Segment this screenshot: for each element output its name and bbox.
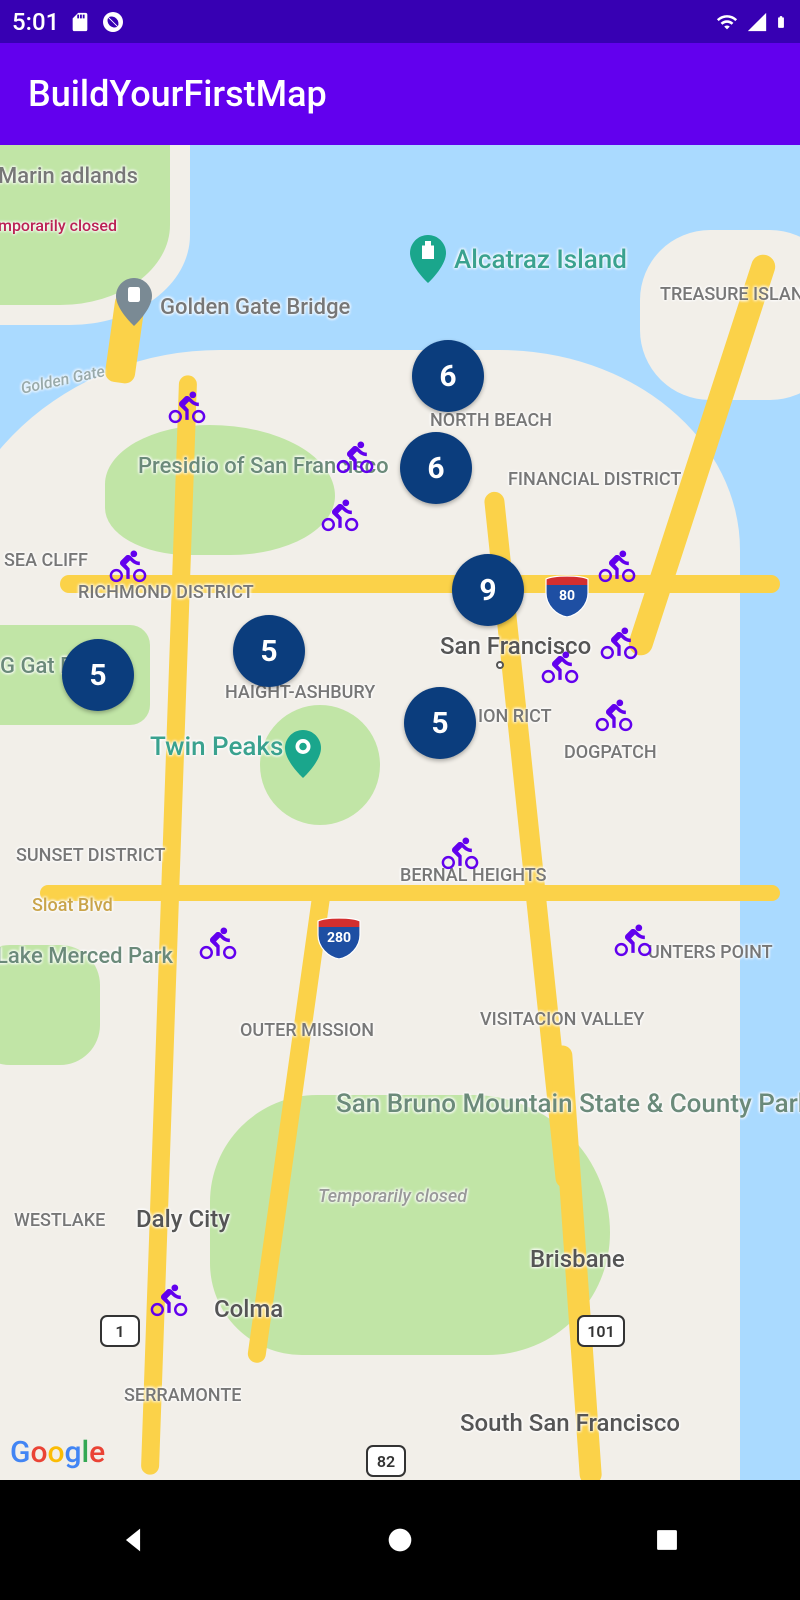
sync-off-icon	[101, 10, 125, 34]
bike-marker[interactable]	[595, 548, 639, 588]
map-label: ION RICT	[478, 707, 552, 727]
wifi-icon	[714, 11, 740, 33]
cluster-marker[interactable]: 6	[400, 432, 472, 504]
app-title: BuildYourFirstMap	[28, 73, 327, 115]
cluster-marker[interactable]: 5	[233, 615, 305, 687]
battery-icon	[774, 10, 788, 34]
map-label: Alcatraz Island	[454, 245, 627, 275]
map-label: UNTERS POINT	[648, 942, 773, 963]
map-label: Colma	[214, 1295, 283, 1323]
map-label: San Bruno Mountain State & County Park	[336, 1090, 800, 1119]
map-label: South San Francisco	[460, 1410, 680, 1436]
interstate-shield: 280	[316, 917, 362, 959]
bike-marker[interactable]	[196, 925, 240, 965]
route-shield: 1	[100, 1315, 140, 1347]
sd-card-icon	[69, 11, 91, 33]
cluster-marker[interactable]: 5	[62, 639, 134, 711]
map-label: Lake Merced Park	[0, 945, 173, 969]
cluster-marker[interactable]: 9	[452, 554, 524, 626]
bike-marker[interactable]	[147, 1282, 191, 1322]
interstate-shield: 80	[544, 575, 590, 617]
map-label: DOGPATCH	[564, 742, 657, 763]
map-label: Sloat Blvd	[32, 895, 113, 916]
bike-marker[interactable]	[597, 625, 641, 665]
map-label: WESTLAKE	[14, 1210, 105, 1231]
map-label: OUTER MISSION	[240, 1020, 374, 1041]
status-bar: 5:01	[0, 0, 800, 43]
poi-pin-ggb[interactable]	[116, 278, 152, 326]
bike-marker[interactable]	[106, 548, 150, 588]
app-bar: BuildYourFirstMap	[0, 43, 800, 145]
map-view[interactable]: Marin adlands mporarily closed Golden Ga…	[0, 145, 800, 1480]
poi-pin-alcatraz[interactable]	[410, 235, 446, 283]
map-label: FINANCIAL DISTRICT	[508, 470, 681, 490]
bike-marker[interactable]	[438, 835, 482, 875]
map-label: VISITACION VALLEY	[480, 1010, 644, 1030]
map-label: HAIGHT-ASHBURY	[225, 682, 375, 703]
map-road	[40, 885, 780, 901]
cell-signal-icon	[746, 11, 768, 33]
nav-back-button[interactable]	[103, 1510, 163, 1570]
google-logo: Google	[10, 1435, 105, 1470]
bike-marker[interactable]	[318, 497, 362, 537]
map-label: TREASURE ISLAND	[660, 285, 800, 305]
map-label: Twin Peaks	[150, 732, 283, 762]
map-label: NORTH BEACH	[430, 410, 552, 431]
nav-home-button[interactable]	[370, 1510, 430, 1570]
cluster-marker[interactable]: 6	[412, 340, 484, 412]
map-label: SERRAMONTE	[124, 1385, 241, 1406]
map-label: Golden Gate Bridge	[160, 295, 350, 320]
route-shield: 101	[577, 1315, 625, 1347]
bike-marker[interactable]	[165, 389, 209, 429]
map-label: Daly City	[136, 1205, 230, 1233]
city-dot	[496, 661, 504, 669]
route-shield: 82	[366, 1445, 406, 1477]
map-label: Marin adlands	[0, 165, 138, 189]
map-label: SUNSET DISTRICT	[16, 845, 165, 866]
map-label: RICHMOND DISTRICT	[78, 583, 254, 603]
bike-marker[interactable]	[538, 649, 582, 689]
bike-marker[interactable]	[611, 922, 655, 962]
nav-recent-button[interactable]	[637, 1510, 697, 1570]
bike-marker[interactable]	[592, 697, 636, 737]
poi-pin-twinpeaks[interactable]	[285, 730, 321, 778]
bike-marker[interactable]	[333, 439, 377, 479]
map-label-closed: Temporarily closed	[318, 1187, 467, 1207]
map-label: Brisbane	[530, 1245, 625, 1273]
status-time: 5:01	[12, 8, 59, 36]
map-label: SEA CLIFF	[4, 550, 88, 571]
map-label-closed: mporarily closed	[0, 217, 117, 235]
nav-bar	[0, 1480, 800, 1600]
cluster-marker[interactable]: 5	[404, 687, 476, 759]
